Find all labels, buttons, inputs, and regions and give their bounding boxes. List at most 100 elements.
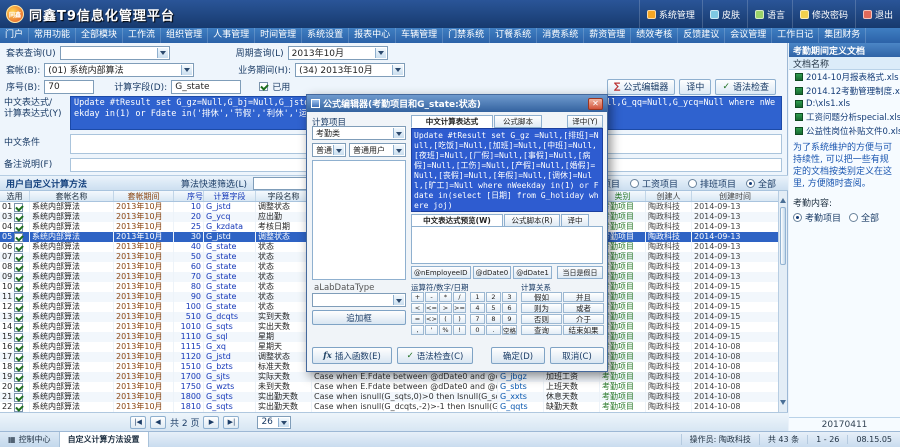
scroll-down-icon[interactable] — [780, 400, 786, 408]
topbar-action-skin[interactable]: 皮肤 — [702, 0, 747, 28]
dialog-close-button[interactable]: ✕ — [588, 98, 603, 110]
numpad-key[interactable]: 空格 — [502, 325, 517, 335]
period-query-select[interactable]: 2013年10月 — [288, 46, 388, 60]
calc-item-select[interactable]: 考勤类 — [312, 126, 406, 140]
filter-radio[interactable]: 全部 — [746, 177, 776, 190]
last-page-button[interactable]: ▶| — [223, 416, 239, 429]
table-row[interactable]: 19系统内部算法2013年10月1700G_sjts实际天数Case when … — [0, 372, 779, 382]
scroll-up-icon[interactable] — [780, 195, 786, 203]
relation-button[interactable]: 并且 — [563, 292, 604, 302]
variable-button[interactable]: @dDate1 — [513, 266, 552, 279]
menu-item[interactable]: 消费系统 — [537, 28, 584, 43]
row-checkbox[interactable] — [14, 323, 23, 332]
relation-button[interactable]: 否则 — [521, 314, 562, 324]
row-checkbox[interactable] — [14, 343, 23, 352]
dialog-translate-button[interactable]: 译中(Y) — [567, 115, 603, 128]
row-checkbox[interactable] — [14, 273, 23, 282]
insert-function-button[interactable]: fx 插入函数(E) — [312, 347, 392, 364]
column-header[interactable]: 序号 — [174, 191, 204, 201]
panel-radio[interactable]: 考勤项目 — [793, 211, 841, 224]
syntax-check-button[interactable]: ✓ 语法检查 — [715, 79, 776, 95]
formula-editor-button[interactable]: ∑ 公式编辑器 — [607, 79, 675, 95]
page-size-select[interactable]: 26 — [257, 416, 291, 429]
menu-item[interactable]: 会议管理 — [725, 28, 772, 43]
seq-input[interactable]: 70 — [44, 80, 94, 94]
topbar-action-change-password[interactable]: 修改密码 — [792, 0, 855, 28]
menu-item[interactable]: 门户 — [0, 28, 29, 43]
menu-item[interactable]: 系统设置 — [302, 28, 349, 43]
row-checkbox[interactable] — [14, 373, 23, 382]
operator-key[interactable]: / — [453, 292, 466, 302]
row-checkbox[interactable] — [14, 213, 23, 222]
cn-preview-box[interactable] — [411, 226, 603, 264]
operator-key[interactable]: - — [425, 292, 438, 302]
row-checkbox[interactable] — [14, 403, 23, 412]
relation-button[interactable]: 假如 — [521, 292, 562, 302]
column-header[interactable]: 创建人 — [646, 191, 692, 201]
operator-key[interactable]: < — [411, 303, 424, 313]
row-checkbox[interactable] — [14, 253, 23, 262]
biz-period-select[interactable]: (34) 2013年10月 — [295, 63, 405, 77]
table-scrollbar[interactable] — [778, 191, 787, 412]
account-select[interactable]: (01) 系统内部算法 — [44, 63, 194, 77]
row-checkbox[interactable] — [14, 283, 23, 292]
ok-button[interactable]: 确定(D) — [491, 347, 545, 364]
file-item[interactable]: 工资问题分析special.xls — [789, 110, 900, 124]
column-header[interactable]: 创建时间 — [692, 191, 779, 201]
append-button[interactable]: 追加框 — [312, 310, 406, 325]
menu-item[interactable]: 车辆管理 — [396, 28, 443, 43]
row-checkbox[interactable] — [14, 233, 23, 242]
first-page-button[interactable]: |◀ — [130, 416, 146, 429]
user-type-select[interactable]: 普通用户 — [349, 143, 406, 157]
menu-item[interactable]: 组织管理 — [161, 28, 208, 43]
file-item[interactable]: 公益性岗位补贴文件0.xlsx — [789, 124, 900, 138]
filter-radio[interactable]: 工资项目 — [630, 177, 678, 190]
prev-page-button[interactable]: ◀ — [150, 416, 166, 429]
status-tab[interactable]: 自定义计算方法设置 — [60, 432, 149, 447]
tab-formula-script[interactable]: 公式脚本 — [494, 115, 542, 128]
column-header[interactable]: 计算字段 — [204, 191, 256, 201]
table-row[interactable]: 20系统内部算法2013年10月1750G_wzts未到天数Case when … — [0, 382, 779, 392]
next-page-button[interactable]: ▶ — [203, 416, 219, 429]
relation-button[interactable]: 或者 — [563, 303, 604, 313]
column-header[interactable]: 字段名称 — [256, 191, 312, 201]
menu-item[interactable]: 绩效考核 — [631, 28, 678, 43]
row-checkbox[interactable] — [14, 263, 23, 272]
file-item[interactable]: 2014-10月报表格式.xls — [789, 70, 900, 84]
operator-key[interactable]: + — [411, 292, 424, 302]
table-row[interactable]: 21系统内部算法2013年10月1800G_sqts实出勤天数Case when… — [0, 392, 779, 402]
menu-item[interactable]: 门禁系统 — [443, 28, 490, 43]
relation-button[interactable]: 则为 — [521, 303, 562, 313]
calc-field-input[interactable]: G_state — [171, 80, 241, 94]
row-checkbox[interactable] — [14, 363, 23, 372]
cancel-button[interactable]: 取消(C) — [550, 347, 604, 364]
operator-key[interactable]: = — [411, 314, 424, 324]
row-checkbox[interactable] — [14, 293, 23, 302]
menu-item[interactable]: 订餐系统 — [490, 28, 537, 43]
user-level-select[interactable]: 普通 — [312, 143, 346, 157]
report-query-select[interactable] — [60, 46, 170, 60]
numpad-key[interactable]: 8 — [486, 314, 501, 324]
numpad-key[interactable]: 7 — [470, 314, 485, 324]
numpad-key[interactable]: 9 — [502, 314, 517, 324]
menu-item[interactable]: 时间管理 — [255, 28, 302, 43]
tab-cn-expression[interactable]: 中文计算表达式 — [411, 115, 493, 128]
numpad-key[interactable]: 6 — [502, 303, 517, 313]
numpad-key[interactable]: 2 — [486, 292, 501, 302]
column-header[interactable]: 选用 — [0, 191, 30, 201]
column-header[interactable]: 套帐期间 — [114, 191, 174, 201]
numpad-key[interactable]: 0 — [470, 325, 485, 335]
menu-item[interactable]: 全部模块 — [76, 28, 123, 43]
row-checkbox[interactable] — [14, 313, 23, 322]
filter-radio[interactable]: 排班项目 — [688, 177, 736, 190]
menu-item[interactable]: 工作流 — [123, 28, 161, 43]
menu-item[interactable]: 常用功能 — [29, 28, 76, 43]
translate-button[interactable]: 译中 — [679, 79, 711, 95]
menu-item[interactable]: 反馈建议 — [678, 28, 725, 43]
topbar-action-language[interactable]: 语言 — [747, 0, 792, 28]
formula-code-editor[interactable]: Update #tResult set G_gz =Null,[排班]=Null… — [411, 128, 603, 212]
row-checkbox[interactable] — [14, 243, 23, 252]
menu-item[interactable]: 集团财务 — [819, 28, 866, 43]
used-checkbox[interactable] — [259, 82, 268, 91]
menu-item[interactable]: 薪资管理 — [584, 28, 631, 43]
